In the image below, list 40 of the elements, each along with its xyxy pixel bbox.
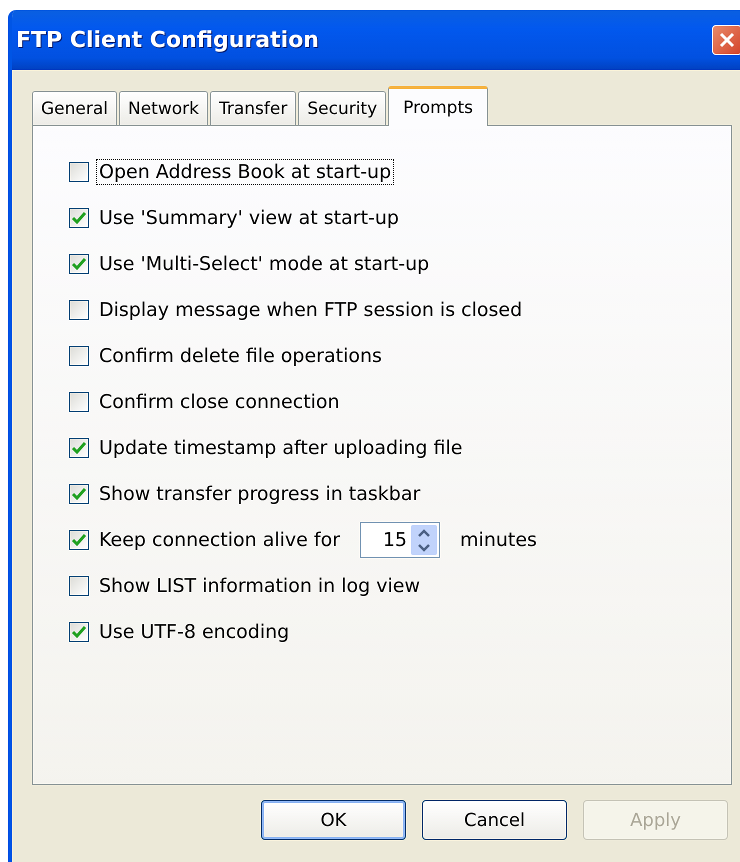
tab[interactable]: Prompts — [388, 86, 488, 126]
checkmark-icon — [72, 488, 86, 500]
option-label[interactable]: Confirm close connection — [97, 390, 342, 414]
checkmark-icon — [72, 626, 86, 638]
option-label[interactable]: Use 'Multi-Select' mode at start-up — [97, 252, 432, 276]
window-title: FTP Client Configuration — [16, 28, 319, 52]
checkbox[interactable] — [69, 530, 89, 550]
tab[interactable]: General — [32, 91, 117, 125]
checkbox[interactable] — [69, 438, 89, 458]
minutes-spinbox[interactable]: 15 — [360, 522, 440, 558]
option-label[interactable]: Display message when FTP session is closed — [97, 298, 524, 322]
option-label[interactable]: Keep connection alive for — [97, 528, 342, 552]
checkmark-icon — [72, 442, 86, 454]
option-label[interactable]: Use 'Summary' view at start-up — [97, 206, 401, 230]
close-icon — [719, 32, 735, 48]
option-label[interactable]: Open Address Book at start-up — [97, 160, 394, 184]
checkbox[interactable] — [69, 300, 89, 320]
close-button[interactable] — [712, 25, 740, 55]
option-label[interactable]: Use UTF-8 encoding — [97, 620, 292, 644]
checkbox[interactable] — [69, 254, 89, 274]
unit-label: minutes — [460, 529, 537, 551]
tab[interactable]: Transfer — [210, 91, 296, 125]
checkmark-icon — [72, 534, 86, 546]
checkbox[interactable] — [69, 484, 89, 504]
option-label[interactable]: Show LIST information in log view — [97, 574, 422, 598]
checkbox[interactable] — [69, 622, 89, 642]
ok-button[interactable]: OK — [261, 800, 406, 840]
cancel-button[interactable]: Cancel — [422, 800, 567, 840]
checkbox[interactable] — [69, 162, 89, 182]
tab[interactable]: Security — [298, 91, 386, 125]
checkbox[interactable] — [69, 576, 89, 596]
option-label[interactable]: Show transfer progress in taskbar — [97, 482, 422, 506]
checkbox[interactable] — [69, 208, 89, 228]
checkmark-icon — [72, 258, 86, 270]
option-label[interactable]: Update timestamp after uploading file — [97, 436, 464, 460]
option-label[interactable]: Confirm delete file operations — [97, 344, 384, 368]
checkbox[interactable] — [69, 392, 89, 412]
checkbox[interactable] — [69, 346, 89, 366]
checkmark-icon — [72, 212, 86, 224]
tab[interactable]: Network — [119, 91, 208, 125]
